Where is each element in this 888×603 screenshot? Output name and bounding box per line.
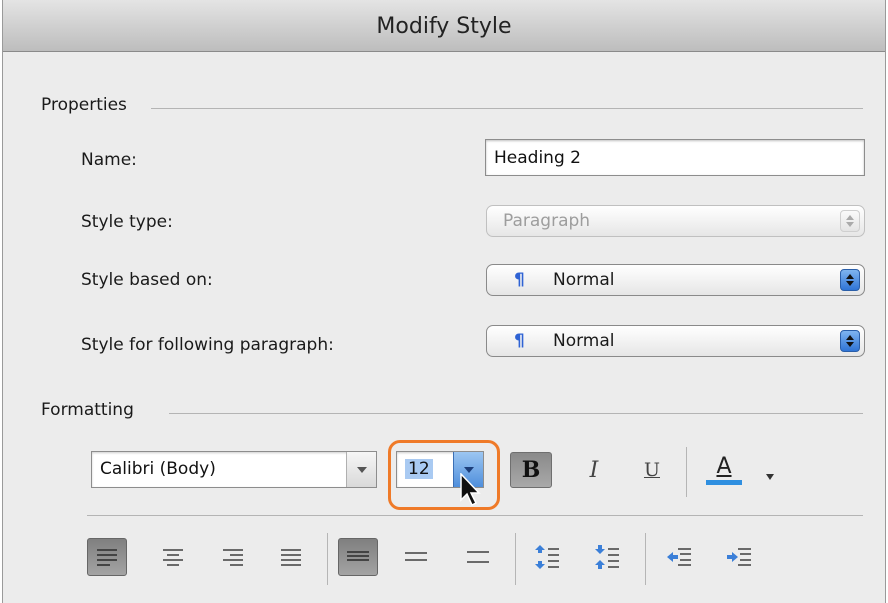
single-spacing-button[interactable]	[338, 538, 378, 576]
font-size-highlight	[388, 440, 500, 510]
font-color-menu-icon[interactable]	[765, 466, 775, 485]
align-center-button[interactable]	[153, 538, 193, 576]
font-color-swatch	[706, 479, 742, 485]
align-justify-button[interactable]	[271, 538, 311, 576]
following-value: Normal	[553, 331, 615, 351]
style-type-popup[interactable]: Paragraph	[486, 205, 865, 237]
toolbar-separator	[645, 533, 646, 585]
underline-button[interactable]: U	[631, 452, 673, 488]
align-left-icon	[97, 549, 117, 566]
paragraph-mark-icon: ¶	[514, 331, 525, 351]
font-color-letter: A	[716, 453, 732, 479]
formatting-group-label: Formatting	[41, 400, 134, 420]
toolbar-separator	[515, 533, 516, 585]
following-paragraph-popup[interactable]: ¶ Normal	[486, 325, 865, 357]
mouse-pointer-icon	[460, 473, 481, 507]
formatting-divider	[169, 413, 863, 414]
based-on-value: Normal	[553, 270, 615, 290]
name-field[interactable]: Heading 2	[485, 139, 865, 176]
font-color-button[interactable]: A	[703, 452, 745, 488]
increase-paragraph-spacing-icon	[535, 545, 559, 569]
decrease-indent-button[interactable]	[659, 538, 699, 576]
chevron-down-icon[interactable]	[346, 452, 376, 487]
popup-stepper-icon	[840, 330, 860, 352]
align-right-button[interactable]	[213, 538, 253, 576]
decrease-indent-icon	[667, 548, 691, 566]
align-center-icon	[163, 549, 183, 566]
decrease-paragraph-spacing-button[interactable]	[587, 538, 627, 576]
decrease-paragraph-spacing-icon	[595, 545, 619, 569]
style-type-label: Style type:	[81, 212, 173, 232]
bold-button[interactable]: B	[510, 452, 552, 488]
increase-paragraph-spacing-button[interactable]	[527, 538, 567, 576]
toolbar-separator	[327, 533, 328, 585]
name-label: Name:	[81, 150, 137, 170]
following-paragraph-label: Style for following paragraph:	[81, 335, 334, 355]
italic-button[interactable]: I	[573, 452, 615, 488]
popup-stepper-icon	[840, 269, 860, 291]
increase-indent-button[interactable]	[719, 538, 759, 576]
one-half-spacing-icon	[405, 552, 427, 561]
one-half-spacing-button[interactable]	[396, 538, 436, 576]
font-name-value: Calibri (Body)	[100, 459, 216, 479]
modify-style-dialog: Modify Style Properties Name: Heading 2 …	[2, 0, 886, 603]
font-name-combo[interactable]: Calibri (Body)	[91, 451, 377, 488]
formatting-row-divider	[87, 515, 863, 516]
style-based-on-popup[interactable]: ¶ Normal	[486, 264, 865, 296]
align-left-button[interactable]	[87, 538, 127, 576]
dialog-title: Modify Style	[3, 0, 885, 52]
align-justify-icon	[281, 549, 301, 566]
double-spacing-icon	[467, 551, 489, 563]
toolbar-separator	[686, 447, 687, 497]
based-on-label: Style based on:	[81, 270, 213, 290]
increase-indent-icon	[727, 548, 751, 566]
properties-group-label: Properties	[41, 95, 127, 115]
style-type-value: Paragraph	[503, 211, 591, 231]
align-right-icon	[223, 549, 243, 566]
paragraph-mark-icon: ¶	[514, 270, 525, 290]
double-spacing-button[interactable]	[458, 538, 498, 576]
single-spacing-icon	[347, 551, 369, 561]
properties-divider	[151, 108, 863, 109]
popup-stepper-icon	[840, 210, 860, 232]
